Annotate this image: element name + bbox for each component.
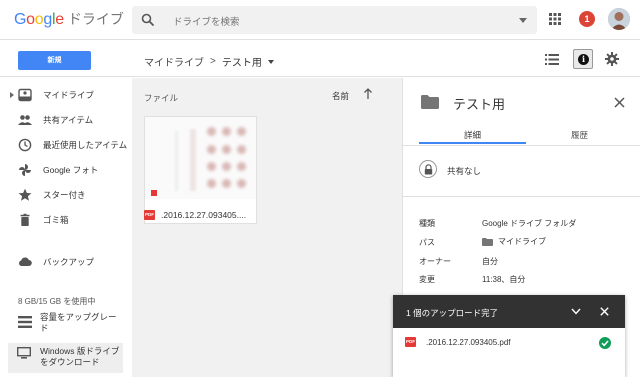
sidebar-item-photos[interactable]: Google フォト xyxy=(0,158,132,182)
apps-grid-icon[interactable] xyxy=(549,13,561,25)
search-box[interactable]: ドライブを検索 xyxy=(132,6,537,34)
check-icon xyxy=(599,337,611,349)
property-modified-label: 変更 xyxy=(419,275,435,284)
sidebar-item-my-drive[interactable]: マイドライブ xyxy=(0,83,132,107)
download-windows-link[interactable]: Windows 版ドライブ をダウンロード xyxy=(8,343,123,373)
download-label-line2: をダウンロード xyxy=(40,357,100,367)
pdf-icon: PDF xyxy=(144,210,155,220)
sidebar-item-label: ゴミ箱 xyxy=(43,215,69,225)
monitor-icon xyxy=(17,347,31,359)
divider xyxy=(403,145,640,146)
toolbar: 新規 マイドライブ > テスト用 xyxy=(0,41,640,77)
breadcrumb-current[interactable]: テスト用 xyxy=(222,54,262,69)
tab-history[interactable]: 履歴 xyxy=(526,126,633,144)
pinwheel-icon xyxy=(19,164,31,176)
google-drive-logo[interactable]: Google ドライブ xyxy=(14,9,124,31)
upload-file-name: .2016.12.27.093405.pdf xyxy=(426,338,511,347)
sidebar-item-label: バックアップ xyxy=(43,257,95,267)
close-icon[interactable] xyxy=(600,307,609,316)
notification-badge[interactable]: 1 xyxy=(579,11,595,27)
people-icon xyxy=(18,115,32,125)
sidebar-item-shared[interactable]: 共有アイテム xyxy=(0,108,132,132)
sort-ascending-icon[interactable] xyxy=(363,88,373,100)
info-icon: i xyxy=(578,54,589,65)
cloud-icon xyxy=(19,257,32,266)
sidebar-item-label: マイドライブ xyxy=(43,90,95,100)
gear-icon[interactable] xyxy=(605,52,619,66)
tab-details[interactable]: 詳細 xyxy=(419,126,526,144)
property-owner-label: オーナー xyxy=(419,257,451,266)
sort-by-name-button[interactable]: 名前 xyxy=(332,90,349,102)
folder-icon xyxy=(421,95,439,109)
sidebar-item-label: 最近使用したアイテム xyxy=(43,140,128,150)
sidebar-item-starred[interactable]: スター付き xyxy=(0,183,132,207)
property-path-label: パス xyxy=(419,238,435,247)
property-type-value: Google ドライブ フォルダ xyxy=(482,218,576,229)
property-owner-value: 自分 xyxy=(482,256,498,267)
list-view-icon[interactable] xyxy=(545,54,559,65)
expand-arrow-icon[interactable] xyxy=(10,92,14,98)
star-icon xyxy=(18,188,32,201)
share-status: 共有なし xyxy=(447,166,482,176)
sidebar-item-label: 共有アイテム xyxy=(43,115,94,125)
top-bar: Google ドライブ ドライブを検索 1 xyxy=(0,0,640,40)
breadcrumb-separator: > xyxy=(210,56,216,67)
files-section-label: ファイル xyxy=(144,93,179,103)
lock-icon xyxy=(424,164,433,175)
sidebar-item-backup[interactable]: バックアップ xyxy=(0,250,132,274)
details-title: テスト用 xyxy=(453,97,506,112)
breadcrumb-dropdown-icon[interactable] xyxy=(267,59,274,64)
storage-usage: 8 GB/15 GB を使用中 xyxy=(18,297,96,306)
drive-icon xyxy=(18,88,32,102)
thumbnail-marker xyxy=(151,190,157,196)
new-button[interactable]: 新規 xyxy=(18,51,91,70)
file-name: .2016.12.27.093405.... xyxy=(161,210,247,220)
file-name-row[interactable]: PDF .2016.12.27.093405.... xyxy=(144,208,264,222)
property-modified-value: 11:38、自分 xyxy=(482,274,525,285)
close-icon[interactable] xyxy=(614,97,625,108)
property-modified-text: 11:38、自分 xyxy=(482,275,526,284)
divider xyxy=(403,196,640,197)
sidebar-item-label: スター付き xyxy=(43,190,86,200)
property-path-text: マイドライブ xyxy=(498,237,546,246)
google-wordmark: Google xyxy=(14,11,64,28)
property-type-text: Google ドライブ フォルダ xyxy=(482,219,577,228)
chevron-down-icon[interactable] xyxy=(571,308,581,315)
clock-icon xyxy=(18,138,32,152)
upload-item[interactable]: PDF .2016.12.27.093405.pdf xyxy=(393,328,625,356)
sidebar-item-recent[interactable]: 最近使用したアイテム xyxy=(0,133,132,157)
product-name: ドライブ xyxy=(67,11,124,27)
search-input[interactable]: ドライブを検索 xyxy=(173,14,240,28)
file-thumbnail xyxy=(145,117,256,199)
sidebar-item-trash[interactable]: ゴミ箱 xyxy=(0,208,132,232)
property-owner-text: 自分 xyxy=(482,257,498,266)
file-list-area: ファイル 名前 PDF .2016.12.27.093405.... xyxy=(132,78,402,377)
upgrade-label-line1: 容量をアップグレー xyxy=(40,312,117,322)
search-icon[interactable] xyxy=(141,13,155,27)
upgrade-label: 容量をアップグレー ド xyxy=(40,312,117,334)
property-path-value[interactable]: マイドライブ xyxy=(482,236,546,247)
sharing-status-icon xyxy=(419,160,437,178)
upload-status-panel: 1 個のアップロード完了 PDF .2016.12.27.093405.pdf xyxy=(393,295,625,377)
search-options-icon[interactable] xyxy=(519,18,527,23)
folder-icon xyxy=(482,237,493,246)
sidebar-item-label: Google フォト xyxy=(43,165,99,175)
upgrade-label-line2: ド xyxy=(40,323,49,333)
pdf-icon: PDF xyxy=(405,337,416,347)
upload-header: 1 個のアップロード完了 xyxy=(393,295,625,328)
upload-title: 1 個のアップロード完了 xyxy=(406,308,499,318)
breadcrumb: マイドライブ > テスト用 xyxy=(144,54,274,69)
upgrade-storage-link[interactable]: 容量をアップグレー ド xyxy=(0,308,132,336)
property-type-label: 種類 xyxy=(419,219,435,228)
download-label: Windows 版ドライブ をダウンロード xyxy=(40,346,119,368)
storage-icon xyxy=(18,316,32,328)
download-label-line1: Windows 版ドライブ xyxy=(40,346,120,356)
trash-icon xyxy=(20,213,30,226)
breadcrumb-root[interactable]: マイドライブ xyxy=(144,54,204,69)
avatar[interactable] xyxy=(608,8,630,30)
details-toggle-button[interactable]: i xyxy=(573,49,593,69)
